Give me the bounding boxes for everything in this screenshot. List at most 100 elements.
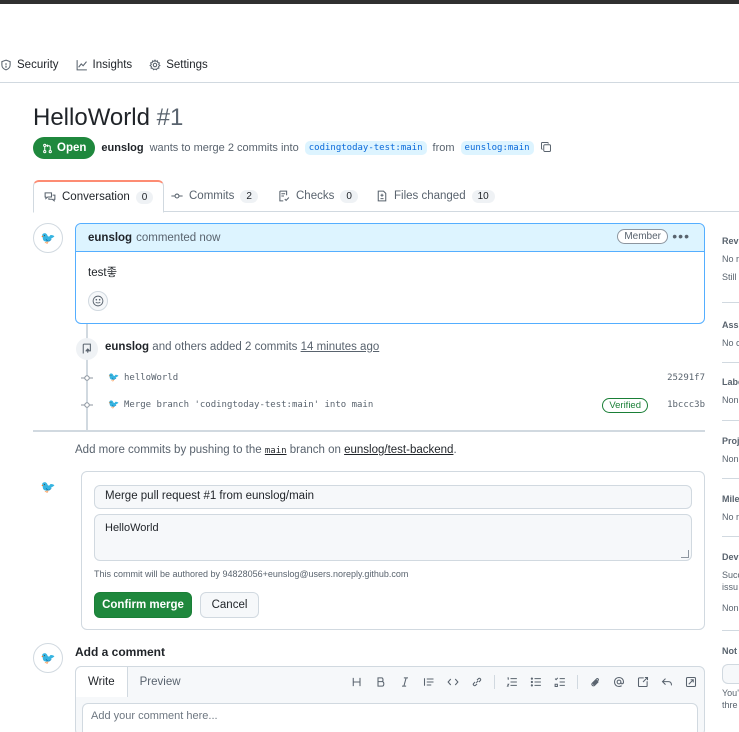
nav-item-insights[interactable]: Insights bbox=[76, 59, 132, 71]
head-branch[interactable]: eunslog:main bbox=[460, 141, 534, 155]
avatar[interactable]: 🐦 bbox=[33, 643, 63, 673]
smiley-icon bbox=[92, 295, 104, 307]
code-icon[interactable] bbox=[446, 675, 460, 689]
commit-icon bbox=[80, 398, 94, 412]
sidebar-labels[interactable]: Labe Non bbox=[722, 377, 739, 405]
merge-title-input[interactable]: Merge pull request #1 from eunslog/main bbox=[94, 485, 692, 509]
sidebar-heading: Not bbox=[722, 646, 737, 656]
sidebar-divider bbox=[722, 630, 739, 631]
tab-files-changed[interactable]: Files changed 10 bbox=[366, 180, 505, 212]
confirm-merge-button[interactable]: Confirm merge bbox=[94, 592, 192, 618]
comment-time: commented now bbox=[136, 231, 221, 244]
sidebar-value: No r bbox=[722, 254, 739, 264]
tab-write[interactable]: Write bbox=[76, 667, 128, 697]
comment-options-button[interactable]: ••• bbox=[672, 228, 690, 244]
commits-event-text: eunslog and others added 2 commits 14 mi… bbox=[105, 341, 379, 353]
sidebar-value: Non bbox=[722, 454, 739, 464]
sidebar-divider bbox=[722, 362, 739, 363]
add-reaction-button[interactable] bbox=[88, 291, 108, 311]
heading-icon[interactable] bbox=[350, 675, 364, 689]
sidebar-projects[interactable]: Proj Non bbox=[722, 436, 739, 464]
cancel-button[interactable]: Cancel bbox=[200, 592, 259, 618]
sidebar-heading: Proj bbox=[722, 436, 739, 446]
event-time[interactable]: 14 minutes ago bbox=[301, 341, 380, 353]
timeline-event-badge bbox=[76, 338, 98, 360]
sidebar-heading: Mile bbox=[722, 494, 739, 504]
paperclip-icon[interactable] bbox=[588, 675, 602, 689]
base-branch[interactable]: codingtoday-test:main bbox=[304, 141, 427, 155]
copy-branch-button[interactable] bbox=[540, 141, 552, 156]
commit-message[interactable]: helloWorld bbox=[124, 373, 178, 383]
commit-message[interactable]: Merge branch 'codingtoday-test:main' int… bbox=[124, 400, 373, 410]
reply-icon[interactable] bbox=[660, 675, 674, 689]
merge-box: Merge pull request #1 from eunslog/main … bbox=[81, 471, 705, 630]
nav-item-settings[interactable]: Settings bbox=[149, 59, 208, 71]
status-label: Open bbox=[57, 142, 87, 154]
merge-message-textarea[interactable]: HelloWorld bbox=[94, 514, 692, 561]
commit-sha[interactable]: 1bccc3b bbox=[667, 400, 705, 410]
pr-meta: Open eunslog wants to merge 2 commits in… bbox=[33, 137, 552, 159]
page-title: HelloWorld #1 bbox=[33, 104, 183, 132]
sidebar-value: thre bbox=[722, 700, 738, 710]
tab-label: Commits bbox=[189, 190, 235, 202]
timeline-divider bbox=[33, 430, 705, 432]
comment-card: eunslog commented now Member ••• test좋 bbox=[75, 223, 705, 324]
task-list-icon[interactable] bbox=[553, 675, 567, 689]
pr-author-link[interactable]: eunslog bbox=[101, 142, 143, 154]
push-hint-prefix: Add more commits by pushing to the bbox=[75, 444, 262, 456]
event-author[interactable]: eunslog bbox=[105, 341, 149, 353]
tab-checks[interactable]: Checks 0 bbox=[268, 180, 368, 212]
ordered-list-icon[interactable] bbox=[505, 675, 519, 689]
pr-number: #1 bbox=[156, 104, 184, 131]
comment-textarea[interactable]: Add your comment here... bbox=[82, 703, 698, 732]
sidebar-notifications[interactable]: Not You' thre bbox=[722, 646, 739, 710]
bold-icon[interactable] bbox=[374, 675, 388, 689]
sidebar-value: issu bbox=[722, 582, 739, 592]
subscribe-button[interactable] bbox=[722, 664, 739, 684]
fullscreen-icon[interactable] bbox=[684, 675, 698, 689]
sidebar-milestone[interactable]: Mile No r bbox=[722, 494, 739, 522]
resize-handle[interactable] bbox=[681, 550, 689, 558]
verified-badge[interactable]: Verified bbox=[602, 397, 648, 413]
markdown-toolbar bbox=[350, 675, 698, 689]
checklist-icon bbox=[279, 190, 290, 202]
tab-count: 0 bbox=[135, 190, 154, 204]
tab-conversation[interactable]: Conversation 0 bbox=[33, 180, 165, 213]
merge-message-text: HelloWorld bbox=[105, 522, 159, 534]
sidebar-value: Non bbox=[722, 603, 739, 613]
tab-preview[interactable]: Preview bbox=[128, 667, 193, 697]
sidebar-reviewers[interactable]: Revi No r Still bbox=[722, 236, 739, 282]
quote-icon[interactable] bbox=[422, 675, 436, 689]
italic-icon[interactable] bbox=[398, 675, 412, 689]
tab-count: 10 bbox=[471, 189, 495, 203]
event-action: and others added 2 commits bbox=[152, 341, 298, 353]
git-pull-request-icon bbox=[43, 143, 52, 153]
sidebar-divider bbox=[722, 302, 739, 303]
avatar[interactable]: 🐦 bbox=[33, 223, 63, 253]
sidebar-heading: Labe bbox=[722, 377, 739, 387]
sidebar-assignees[interactable]: Assi No c bbox=[722, 320, 739, 348]
toolbar-divider bbox=[577, 675, 578, 689]
tab-label: Checks bbox=[296, 190, 335, 202]
sidebar-value: Non bbox=[722, 395, 739, 405]
pr-sidebar: Revi No r Still Assi No c Labe Non Proj … bbox=[722, 222, 739, 732]
comment-author[interactable]: eunslog bbox=[88, 232, 132, 244]
graph-icon bbox=[76, 60, 87, 71]
mention-icon[interactable] bbox=[612, 675, 626, 689]
unordered-list-icon[interactable] bbox=[529, 675, 543, 689]
sidebar-heading: Dev bbox=[722, 552, 739, 562]
link-icon[interactable] bbox=[470, 675, 484, 689]
pr-title-text: HelloWorld bbox=[33, 104, 150, 131]
nav-item-security[interactable]: Security bbox=[0, 59, 59, 71]
cross-reference-icon[interactable] bbox=[636, 675, 650, 689]
list-item: 🐦 Merge branch 'codingtoday-test:main' i… bbox=[80, 397, 705, 413]
tab-commits[interactable]: Commits 2 bbox=[161, 180, 268, 212]
repo-link[interactable]: eunslog/test-backend bbox=[344, 444, 453, 456]
author-note: This commit will be authored by 94828056… bbox=[94, 569, 409, 579]
tab-label: Conversation bbox=[62, 191, 130, 203]
commit-sha[interactable]: 25291f7 bbox=[667, 373, 705, 383]
commit-icon bbox=[80, 371, 94, 385]
sidebar-development[interactable]: Dev Succ issu Non bbox=[722, 552, 739, 613]
sidebar-heading: Revi bbox=[722, 236, 739, 246]
toolbar-divider bbox=[494, 675, 495, 689]
